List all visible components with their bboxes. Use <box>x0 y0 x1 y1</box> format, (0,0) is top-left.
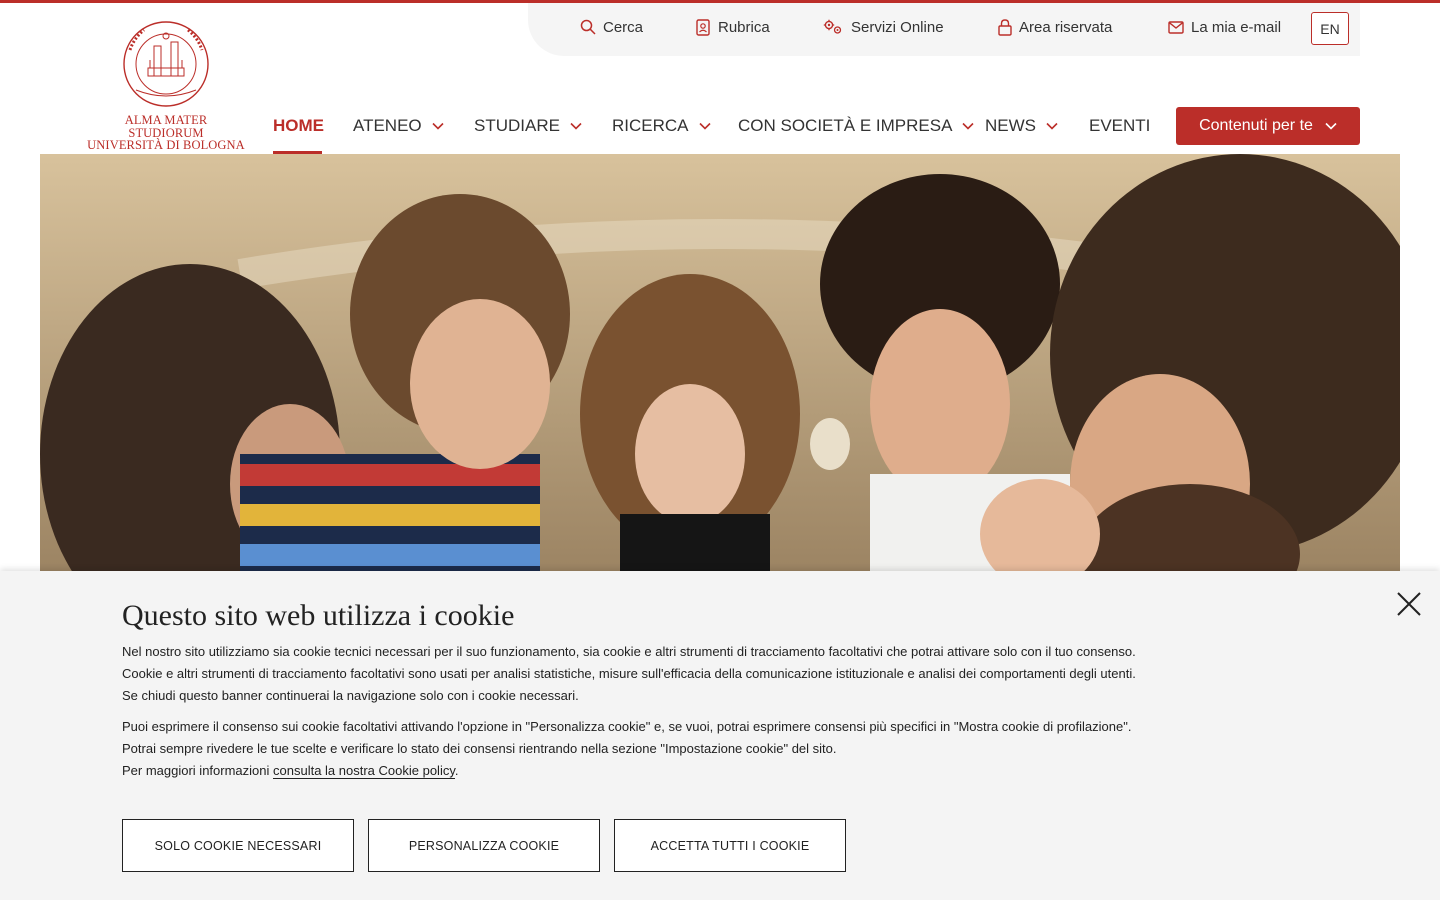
chevron-down-icon <box>570 122 582 130</box>
chevron-down-icon <box>962 122 975 130</box>
cookie-policy-link[interactable]: consulta la nostra Cookie policy <box>273 763 455 779</box>
seal-icon <box>123 21 209 107</box>
cookie-paragraph-1: Nel nostro sito utilizziamo sia cookie t… <box>122 641 1212 707</box>
nav-home-label: HOME <box>273 116 324 135</box>
email-label: La mia e-mail <box>1191 18 1282 36</box>
email-link[interactable]: La mia e-mail <box>1168 17 1281 37</box>
cookie-text-line: Nel nostro sito utilizziamo sia cookie t… <box>122 644 1136 659</box>
cookie-banner: Questo sito web utilizza i cookie Nel no… <box>0 571 1440 900</box>
contact-book-icon <box>696 18 710 36</box>
logo-wordmark: ALMA MATER STUDIORUM UNIVERSITÀ DI BOLOG… <box>87 113 245 152</box>
cookie-period: . <box>454 763 459 778</box>
cookie-text-line: Per maggiori informazioni consulta la no… <box>122 760 1212 782</box>
nav-news[interactable]: NEWS <box>985 114 1058 138</box>
chevron-down-icon <box>698 122 711 130</box>
nav-studiare-label: STUDIARE <box>474 116 560 135</box>
nav-eventi-label: EVENTI <box>1089 116 1151 135</box>
students-photo <box>40 154 1400 572</box>
cookie-paragraph-2: Puoi esprimere il consenso sui cookie fa… <box>122 716 1212 782</box>
nav-societa-label: CON SOCIETÀ E IMPRESA <box>738 116 953 135</box>
cookie-text-line: Potrai sempre rivedere le tue scelte e v… <box>122 741 837 756</box>
online-services-label: Servizi Online <box>851 18 944 36</box>
cookie-more-info-text: Per maggiori informazioni <box>122 763 274 778</box>
accept-all-cookies-button[interactable]: ACCETTA TUTTI I COOKIE <box>614 819 846 872</box>
only-necessary-cookies-button[interactable]: SOLO COOKIE NECESSARI <box>122 819 354 872</box>
nav-ricerca-label: RICERCA <box>612 116 689 135</box>
chevron-down-icon <box>432 122 444 130</box>
chevron-down-icon <box>1046 122 1058 130</box>
gears-icon <box>823 19 842 34</box>
cookie-text-line: Cookie e altri strumenti di tracciamento… <box>122 666 1136 681</box>
customize-cookies-button[interactable]: PERSONALIZZA COOKIE <box>368 819 600 872</box>
search-icon <box>580 19 596 35</box>
online-services-link[interactable]: Servizi Online <box>823 17 944 37</box>
directory-link[interactable]: Rubrica <box>696 17 770 37</box>
chevron-down-icon <box>1325 122 1337 130</box>
nav-news-label: NEWS <box>985 116 1036 135</box>
nav-home[interactable]: HOME <box>273 114 324 138</box>
nav-ateneo[interactable]: ATENEO <box>353 114 444 138</box>
content-for-you-button[interactable]: Contenuti per te <box>1176 107 1360 145</box>
cta-label: Contenuti per te <box>1199 117 1313 134</box>
mail-icon <box>1168 20 1184 34</box>
cookie-title: Questo sito web utilizza i cookie <box>122 599 515 632</box>
cookie-text-line: Puoi esprimere il consenso sui cookie fa… <box>122 719 1132 734</box>
language-switch-button[interactable]: EN <box>1311 12 1349 45</box>
nav-ateneo-label: ATENEO <box>353 116 422 135</box>
university-logo[interactable]: ALMA MATER STUDIORUM UNIVERSITÀ DI BOLOG… <box>86 20 246 151</box>
cookie-text-line: Se chiudi questo banner continuerai la n… <box>122 688 579 703</box>
lock-icon <box>998 18 1012 36</box>
nav-eventi[interactable]: EVENTI <box>1089 114 1150 138</box>
nav-societa-impresa[interactable]: CON SOCIETÀ E IMPRESA <box>738 114 975 138</box>
nav-ricerca[interactable]: RICERCA <box>612 114 711 138</box>
reserved-area-link[interactable]: Area riservata <box>998 17 1112 37</box>
close-icon[interactable] <box>1394 589 1424 619</box>
hero-image <box>40 154 1400 572</box>
reserved-area-label: Area riservata <box>1019 18 1113 36</box>
directory-label: Rubrica <box>718 18 770 36</box>
nav-studiare[interactable]: STUDIARE <box>474 114 582 138</box>
search-label: Cerca <box>603 18 644 36</box>
search-link[interactable]: Cerca <box>580 17 643 37</box>
